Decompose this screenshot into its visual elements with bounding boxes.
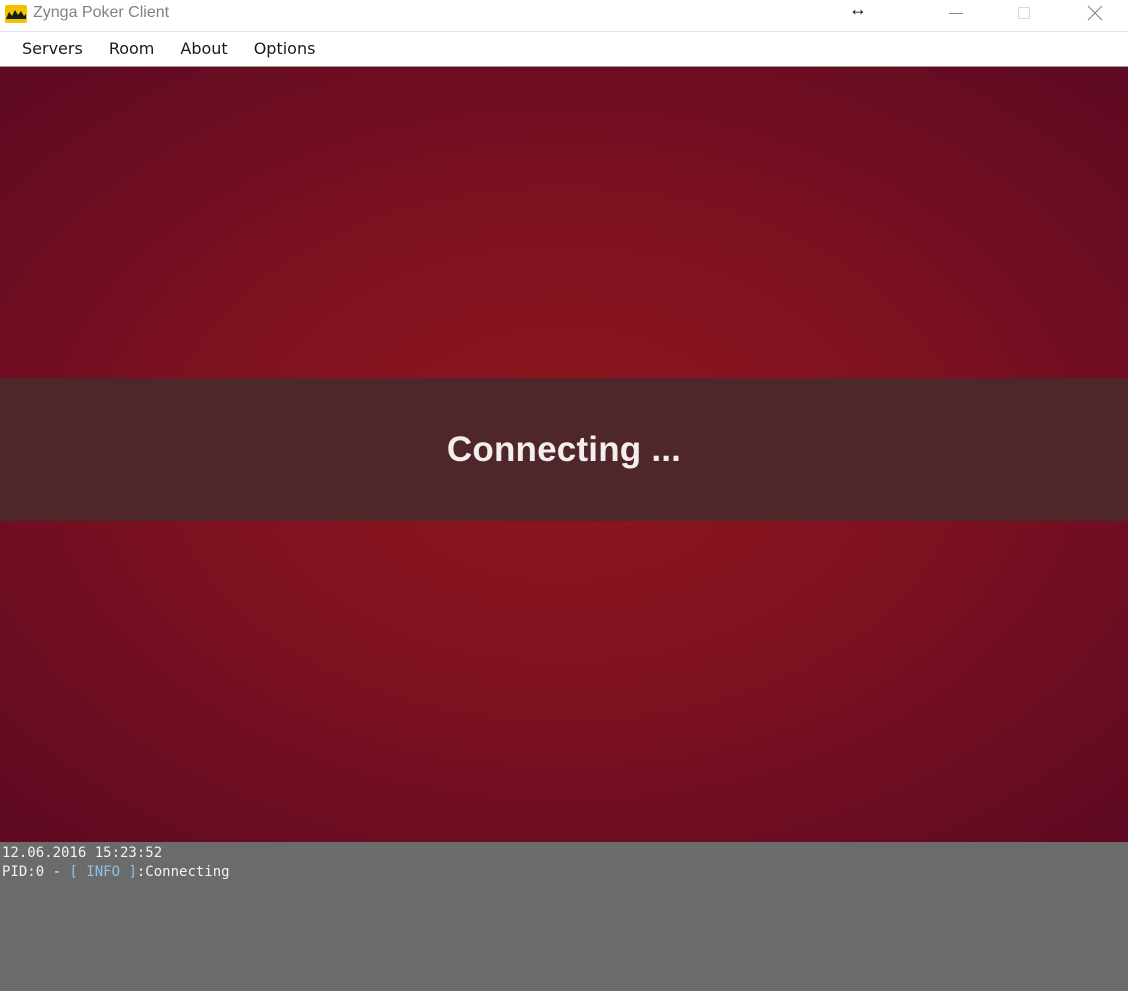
log-bracket-open: [: [69, 864, 87, 880]
maximize-icon: [1018, 7, 1030, 19]
maximize-button[interactable]: [1001, 0, 1047, 26]
minimize-icon: [949, 12, 963, 14]
menu-servers[interactable]: Servers: [9, 32, 96, 66]
connecting-status: Connecting ...: [446, 429, 682, 469]
menu-options[interactable]: Options: [241, 32, 329, 66]
minimize-button[interactable]: [933, 0, 979, 26]
app-window: Zynga Poker Client ↔ Servers Room About …: [0, 0, 1128, 991]
log-pid: PID:0 -: [2, 864, 70, 880]
log-bracket-close: ]: [120, 864, 137, 880]
menu-about[interactable]: About: [167, 32, 240, 66]
log-message: :Connecting: [136, 864, 230, 880]
menu-bar: Servers Room About Options: [0, 31, 1128, 67]
close-button[interactable]: [1072, 0, 1118, 26]
log-panel[interactable]: 12.06.2016 15:23:52 PID:0 - [ INFO ]:Con…: [0, 842, 1128, 991]
close-icon: [1087, 5, 1103, 21]
title-bar[interactable]: Zynga Poker Client ↔: [0, 0, 1128, 28]
log-level: INFO: [86, 864, 121, 880]
log-timestamp: 12.06.2016 15:23:52: [2, 845, 163, 861]
menu-room[interactable]: Room: [96, 32, 168, 66]
status-banner: Connecting ...: [0, 378, 1128, 521]
window-title: Zynga Poker Client: [33, 4, 170, 21]
app-logo-icon: [5, 5, 27, 23]
log-entry: PID:0 - [ INFO ]:Connecting: [2, 863, 230, 881]
game-canvas[interactable]: Connecting ...: [0, 67, 1128, 842]
resize-arrows-icon: ↔: [849, 0, 867, 19]
